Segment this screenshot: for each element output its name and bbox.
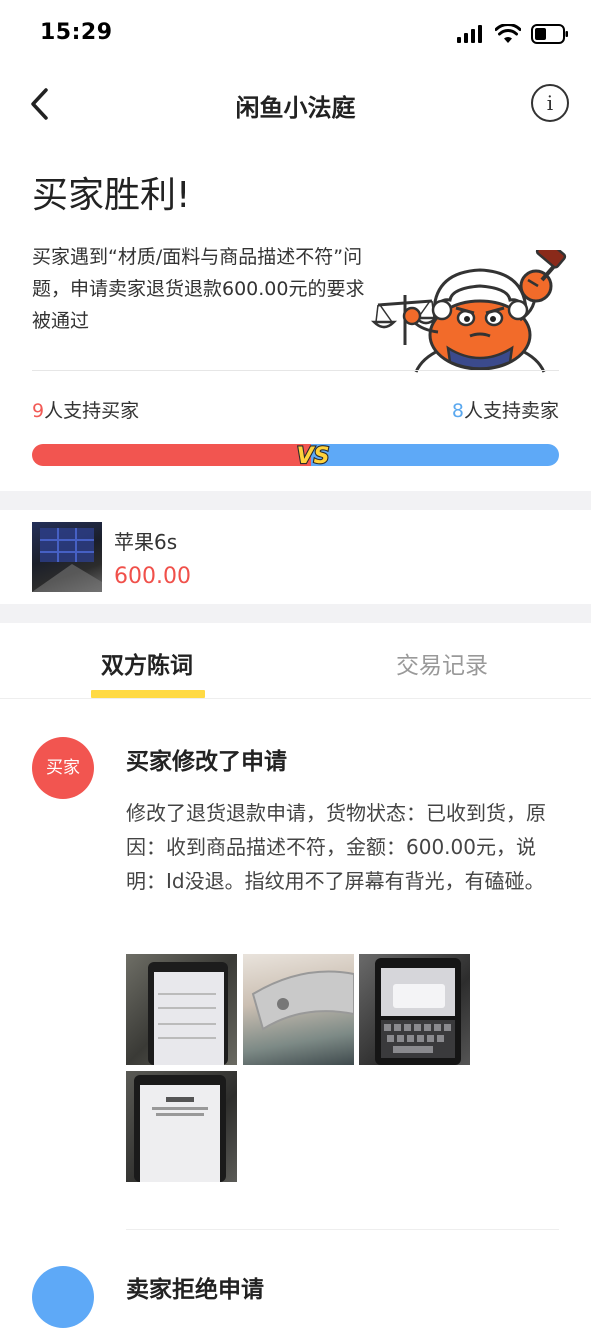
next-entry-title: 卖家拒绝申请	[126, 1277, 264, 1303]
crab-judge-mascot	[370, 250, 567, 373]
battery-icon	[531, 24, 568, 44]
buyer-support-count: 9	[32, 400, 45, 422]
buyer-support-fill	[32, 444, 312, 466]
buyer-support-text: 人支持买家	[44, 400, 140, 422]
buyer-support-label: 9人支持买家	[32, 396, 139, 423]
evidence-photo[interactable]	[243, 954, 354, 1065]
evidence-photo[interactable]	[126, 954, 237, 1065]
divider	[126, 1229, 559, 1230]
verdict-title: 买家胜利!	[32, 175, 191, 216]
section-gap	[0, 604, 591, 623]
evidence-photo[interactable]	[126, 1071, 237, 1182]
seller-support-label: 8人支持卖家	[452, 396, 559, 423]
tab-statements[interactable]: 双方陈词	[47, 646, 247, 680]
seller-support-text: 人支持卖家	[463, 400, 559, 422]
seller-support-count: 8	[451, 400, 464, 422]
section-gap	[0, 491, 591, 510]
product-name[interactable]: 苹果6s	[114, 526, 177, 555]
product-price: 600.00	[114, 564, 191, 589]
evidence-photo[interactable]	[359, 954, 470, 1065]
status-time: 15:29	[40, 20, 113, 45]
entry-title: 买家修改了申请	[126, 749, 287, 775]
product-thumbnail[interactable]	[32, 522, 102, 592]
status-icons	[457, 24, 569, 44]
wifi-icon	[495, 24, 521, 43]
seller-support-fill	[311, 444, 559, 466]
divider	[32, 370, 559, 371]
entry-body: 修改了退货退款申请，货物状态：已收到货，原因：收到商品描述不符，金额：600.0…	[126, 801, 546, 893]
verdict-description: 买家遇到“材质/面料与商品描述不符”问题，申请卖家退货退款600.00元的要求被…	[32, 246, 365, 332]
page-title: 闲鱼小法庭	[235, 94, 356, 122]
buyer-avatar: 买家	[32, 737, 94, 799]
tab-transaction-records[interactable]: 交易记录	[342, 646, 542, 680]
divider	[0, 698, 591, 699]
cellular-signal-icon	[457, 25, 482, 43]
vs-badge: VS	[295, 443, 330, 470]
info-icon[interactable]: i	[531, 84, 569, 122]
active-tab-indicator	[91, 690, 205, 698]
seller-avatar	[32, 1266, 94, 1328]
vs-label: VS	[297, 444, 330, 469]
